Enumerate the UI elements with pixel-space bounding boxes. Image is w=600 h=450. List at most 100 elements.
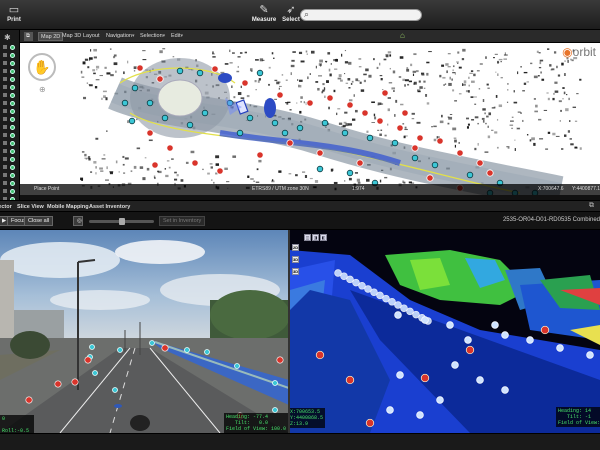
- cloud-asset-marker-red[interactable]: [365, 418, 375, 428]
- map-asset-marker-red[interactable]: [426, 174, 434, 182]
- map-asset-marker-red[interactable]: [146, 129, 154, 137]
- map-asset-marker-cyan[interactable]: [236, 129, 244, 137]
- map-asset-marker-red[interactable]: [411, 144, 419, 152]
- map-asset-marker-red[interactable]: [256, 151, 264, 159]
- layer-checkbox[interactable]: [3, 125, 7, 129]
- photo-asset-marker-red[interactable]: [84, 356, 92, 364]
- close-all-button[interactable]: Close all: [24, 216, 54, 226]
- cloud-asset-marker[interactable]: [464, 336, 472, 344]
- layer-checkbox[interactable]: [3, 133, 7, 137]
- set-inventory-button[interactable]: Set in Inventory: [159, 216, 206, 226]
- photo-asset-marker-red[interactable]: [161, 344, 169, 352]
- cloud-asset-marker[interactable]: [396, 371, 404, 379]
- cloud-asset-marker[interactable]: [436, 396, 444, 404]
- photo-asset-marker-cyan[interactable]: [112, 387, 118, 393]
- layer-toggle-row[interactable]: [3, 116, 17, 123]
- map-asset-marker-cyan[interactable]: [366, 134, 374, 142]
- map-asset-marker-red[interactable]: [401, 109, 409, 117]
- layer-checkbox[interactable]: [3, 69, 7, 73]
- layer-checkbox[interactable]: [3, 149, 7, 153]
- layer-toggle-row[interactable]: [3, 148, 17, 155]
- map-asset-marker-cyan[interactable]: [176, 67, 184, 75]
- cloud-asset-marker-red[interactable]: [315, 350, 325, 360]
- tab-inspector[interactable]: Inspector: [0, 203, 12, 211]
- layer-checkbox[interactable]: [3, 101, 7, 105]
- layer-checkbox[interactable]: [3, 189, 7, 193]
- map-asset-marker-red[interactable]: [241, 79, 249, 87]
- layer-toggle-row[interactable]: [3, 188, 17, 195]
- cloud-asset-marker[interactable]: [491, 321, 499, 329]
- layer-checkbox[interactable]: [3, 141, 7, 145]
- map-asset-marker-cyan[interactable]: [121, 99, 129, 107]
- cloud-asset-marker-red[interactable]: [345, 375, 355, 385]
- cloud-asset-marker-red[interactable]: [465, 345, 475, 355]
- map-asset-marker-cyan[interactable]: [161, 114, 169, 122]
- map-asset-marker-cyan[interactable]: [316, 165, 324, 173]
- map-asset-marker-red[interactable]: [216, 167, 224, 175]
- map-asset-marker-red[interactable]: [396, 124, 404, 132]
- layer-toggle-row[interactable]: [3, 156, 17, 163]
- tab-slice-view[interactable]: Slice View: [17, 203, 44, 211]
- search-input[interactable]: ⌕: [300, 9, 422, 21]
- layer-checkbox[interactable]: [3, 53, 7, 57]
- point-cloud-map[interactable]: [20, 43, 600, 195]
- map-asset-marker-cyan[interactable]: [271, 119, 279, 127]
- map-asset-marker-red[interactable]: [361, 109, 369, 117]
- map-asset-marker-red[interactable]: [456, 149, 464, 157]
- map-asset-marker-cyan[interactable]: [281, 129, 289, 137]
- map-asset-marker-red[interactable]: [306, 99, 314, 107]
- camera-icon[interactable]: ◎: [73, 216, 83, 226]
- layer-checkbox[interactable]: [3, 85, 7, 89]
- layer-toggle-row[interactable]: [3, 76, 17, 83]
- map-asset-marker-cyan[interactable]: [131, 84, 139, 92]
- map-asset-marker-cyan[interactable]: [391, 139, 399, 147]
- print-button[interactable]: ▭ Print: [1, 3, 27, 27]
- panel-toggle-icon[interactable]: ⧉: [24, 32, 33, 41]
- layer-checkbox[interactable]: [3, 61, 7, 65]
- cloud-asset-marker[interactable]: [421, 316, 429, 324]
- layer-toggle-row[interactable]: [3, 100, 17, 107]
- map-asset-marker-cyan[interactable]: [321, 119, 329, 127]
- photo-asset-marker-cyan[interactable]: [204, 349, 210, 355]
- map-asset-marker-red[interactable]: [156, 75, 164, 83]
- map-asset-marker-cyan[interactable]: [196, 69, 204, 77]
- map-asset-marker-red[interactable]: [151, 161, 159, 169]
- map-asset-marker-cyan[interactable]: [201, 109, 209, 117]
- layer-toggle-row[interactable]: [3, 140, 17, 147]
- layer-toggle-row[interactable]: [3, 60, 17, 67]
- photo-asset-marker-cyan[interactable]: [184, 347, 190, 353]
- view-3d-alt-button[interactable]: 3D: [292, 268, 299, 275]
- layer-checkbox[interactable]: [3, 77, 7, 81]
- map-asset-marker-red[interactable]: [346, 101, 354, 109]
- map-asset-marker-cyan[interactable]: [128, 117, 136, 125]
- layer-toggle-row[interactable]: [3, 44, 17, 51]
- map-asset-marker-cyan[interactable]: [246, 114, 254, 122]
- photo-asset-marker-cyan[interactable]: [92, 370, 98, 376]
- maximize-icon[interactable]: ⧉: [589, 202, 594, 210]
- layer-toggle-row[interactable]: [3, 52, 17, 59]
- gear-icon[interactable]: ✱: [4, 33, 11, 42]
- map-asset-marker-red[interactable]: [276, 91, 284, 99]
- tab-layout[interactable]: Layout: [81, 32, 102, 41]
- layer-toggle-row[interactable]: [3, 124, 17, 131]
- point-cloud-3d-view[interactable]: Heading: 14 Tilt: -1 Field of View: X:70…: [290, 230, 600, 433]
- map-asset-marker-red[interactable]: [416, 134, 424, 142]
- layer-checkbox[interactable]: [3, 181, 7, 185]
- map-asset-marker-cyan[interactable]: [466, 171, 474, 179]
- tab-asset-inventory[interactable]: Asset Inventory: [89, 203, 130, 211]
- layer-checkbox[interactable]: [3, 117, 7, 121]
- cloud-asset-marker[interactable]: [501, 331, 509, 339]
- layer-checkbox[interactable]: [3, 109, 7, 113]
- view-tool-a[interactable]: ◫: [304, 234, 311, 241]
- layer-toggle-row[interactable]: [3, 92, 17, 99]
- map-asset-marker-red[interactable]: [211, 65, 219, 73]
- cloud-asset-marker-red[interactable]: [540, 325, 550, 335]
- edit-menu[interactable]: Edit▾: [169, 32, 185, 41]
- map-asset-marker-red[interactable]: [316, 149, 324, 157]
- time-slider[interactable]: [89, 218, 154, 225]
- home-icon[interactable]: ⌂: [400, 31, 405, 40]
- photo-asset-marker-cyan[interactable]: [89, 344, 95, 350]
- photo-asset-marker-cyan[interactable]: [272, 380, 278, 386]
- cloud-asset-marker[interactable]: [476, 376, 484, 384]
- layer-checkbox[interactable]: [3, 165, 7, 169]
